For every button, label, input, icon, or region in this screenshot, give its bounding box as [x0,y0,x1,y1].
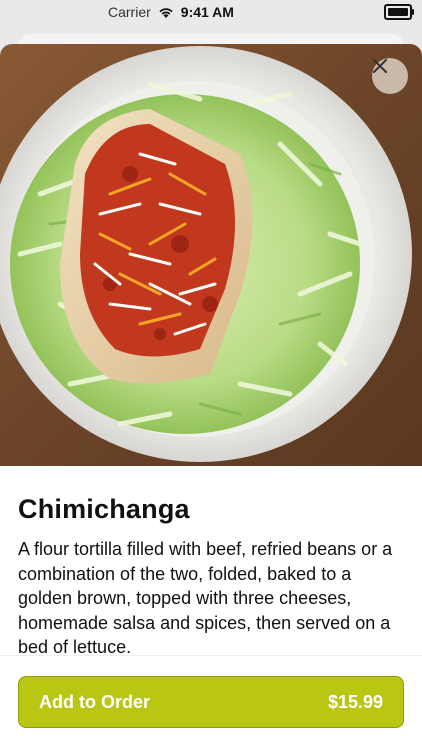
status-left: Carrier 9:41 AM [0,4,234,20]
close-icon [373,59,387,73]
add-to-order-button[interactable]: Add to Order $15.99 [18,676,404,728]
order-price: $15.99 [327,691,383,712]
food-illustration [0,46,412,462]
add-to-order-label: Add to Order [39,691,150,712]
item-detail-sheet: Chimichanga A flour tortilla filled with… [0,44,422,750]
item-description: A flour tortilla filled with beef, refri… [18,539,393,657]
wifi-icon [159,8,173,18]
carrier-label: Carrier [108,4,151,20]
status-time: 9:41 AM [180,4,234,20]
status-bar: Carrier 9:41 AM [0,0,422,24]
item-title: Chimichanga [18,494,190,524]
item-details: Chimichanga A flour tortilla filled with… [0,466,422,660]
order-footer: Add to Order $15.99 [0,655,422,750]
item-image [0,44,422,466]
battery-icon [384,4,414,20]
close-button[interactable] [372,58,408,94]
